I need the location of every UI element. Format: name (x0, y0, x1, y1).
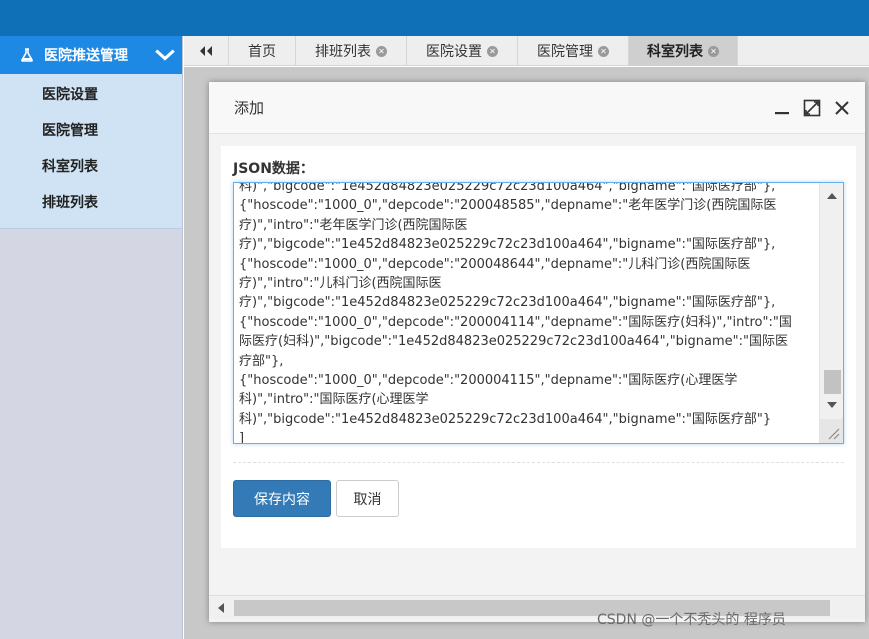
close-circle-icon[interactable]: ✕ (376, 45, 387, 57)
tab-department-list[interactable]: 科室列表 ✕ (629, 36, 738, 66)
tab-label: 科室列表 (647, 44, 703, 60)
flask-icon (21, 48, 33, 62)
sidebar-item-department-list[interactable]: 科室列表 (0, 149, 182, 185)
json-line: 疗)","intro":"老年医学门诊(西院国际医 (239, 217, 468, 233)
divider (233, 462, 844, 463)
json-data-content: 科)","bigcode":"1e452d84823e025229c72c23d… (234, 182, 818, 444)
minimize-icon (775, 111, 789, 114)
add-dialog: 添加 JSON数据： 科)","bigcode":"1e452d84823e02… (209, 82, 865, 622)
sidebar-item-hospital-management[interactable]: 医院管理 (0, 113, 182, 149)
cancel-button[interactable]: 取消 (336, 480, 399, 517)
close-icon (835, 100, 849, 115)
sidebar-group-label: 医院推送管理 (44, 48, 128, 64)
json-data-label: JSON数据： (233, 161, 314, 177)
close-circle-icon[interactable]: ✕ (598, 45, 609, 57)
json-line: 疗)","bigcode":"1e452d84823e025229c72c23d… (239, 295, 776, 311)
tab-home[interactable]: 首页 (229, 36, 296, 66)
scroll-left-arrow-icon[interactable] (213, 600, 227, 616)
tab-hospital-settings[interactable]: 医院设置 ✕ (407, 36, 518, 66)
close-circle-icon[interactable]: ✕ (487, 45, 498, 57)
json-line: 际医疗(妇科)","bigcode":"1e452d84823e025229c7… (239, 334, 788, 350)
top-header-bar (0, 0, 869, 36)
textarea-scrollbar[interactable] (819, 183, 843, 443)
tab-hospital-management[interactable]: 医院管理 ✕ (518, 36, 629, 66)
double-chevron-left-icon (200, 46, 212, 56)
tab-schedule-list[interactable]: 排班列表 ✕ (296, 36, 407, 66)
json-line: 疗)","bigcode":"1e452d84823e025229c72c23d… (239, 237, 776, 253)
scrollbar-thumb[interactable] (824, 370, 841, 394)
json-line: {"hoscode":"1000_0","depcode":"200048644… (239, 256, 751, 272)
sidebar: 医院推送管理 医院设置 医院管理 科室列表 排班列表 (0, 36, 183, 639)
json-line: {"hoscode":"1000_0","depcode":"200004115… (239, 373, 738, 389)
sidebar-group-hospital-push[interactable]: 医院推送管理 (0, 36, 182, 74)
json-line: 科)","bigcode":"1e452d84823e025229c72c23d… (239, 182, 776, 194)
json-line: 科)","intro":"国际医疗(心理医学 (239, 392, 429, 408)
maximize-icon (803, 99, 821, 116)
maximize-button[interactable] (797, 93, 827, 123)
watermark: CSDN @一个不秃头的 程序员 (597, 612, 786, 628)
json-data-textarea[interactable]: 科)","bigcode":"1e452d84823e025229c72c23d… (233, 182, 844, 444)
tab-label: 医院设置 (426, 44, 482, 60)
dialog-close-button[interactable] (827, 93, 857, 123)
json-line: 疗部"}, (239, 353, 284, 369)
sidebar-item-hospital-settings[interactable]: 医院设置 (0, 77, 182, 113)
dialog-body: JSON数据： 科)","bigcode":"1e452d84823e02522… (221, 146, 856, 548)
tab-label: 首页 (248, 44, 276, 60)
tab-label: 排班列表 (315, 44, 371, 60)
json-line: {"hoscode":"1000_0","depcode":"200048585… (239, 198, 777, 214)
scroll-up-arrow-icon[interactable] (820, 185, 843, 205)
tab-bar: 首页 排班列表 ✕ 医院设置 ✕ 医院管理 ✕ 科室列表 ✕ (184, 36, 869, 66)
minimize-button[interactable] (767, 93, 797, 123)
json-line: ] (239, 431, 245, 444)
chevron-down-icon[interactable] (154, 48, 176, 62)
sidebar-item-schedule-list[interactable]: 排班列表 (0, 185, 182, 221)
json-line: {"hoscode":"1000_0","depcode":"200004114… (239, 314, 792, 330)
close-circle-icon[interactable]: ✕ (708, 45, 719, 57)
json-line: 科)","bigcode":"1e452d84823e025229c72c23d… (239, 411, 772, 427)
sidebar-submenu: 医院设置 医院管理 科室列表 排班列表 (0, 74, 182, 229)
dialog-title: 添加 (234, 99, 265, 117)
scroll-down-arrow-icon[interactable] (820, 395, 843, 415)
dialog-header: 添加 (209, 82, 865, 134)
tab-label: 医院管理 (537, 44, 593, 60)
json-line: 疗)","intro":"儿科门诊(西院国际医 (239, 276, 442, 292)
tab-scroll-back-button[interactable] (184, 36, 229, 66)
resize-grip-icon[interactable] (820, 419, 843, 443)
save-button[interactable]: 保存内容 (233, 480, 331, 517)
